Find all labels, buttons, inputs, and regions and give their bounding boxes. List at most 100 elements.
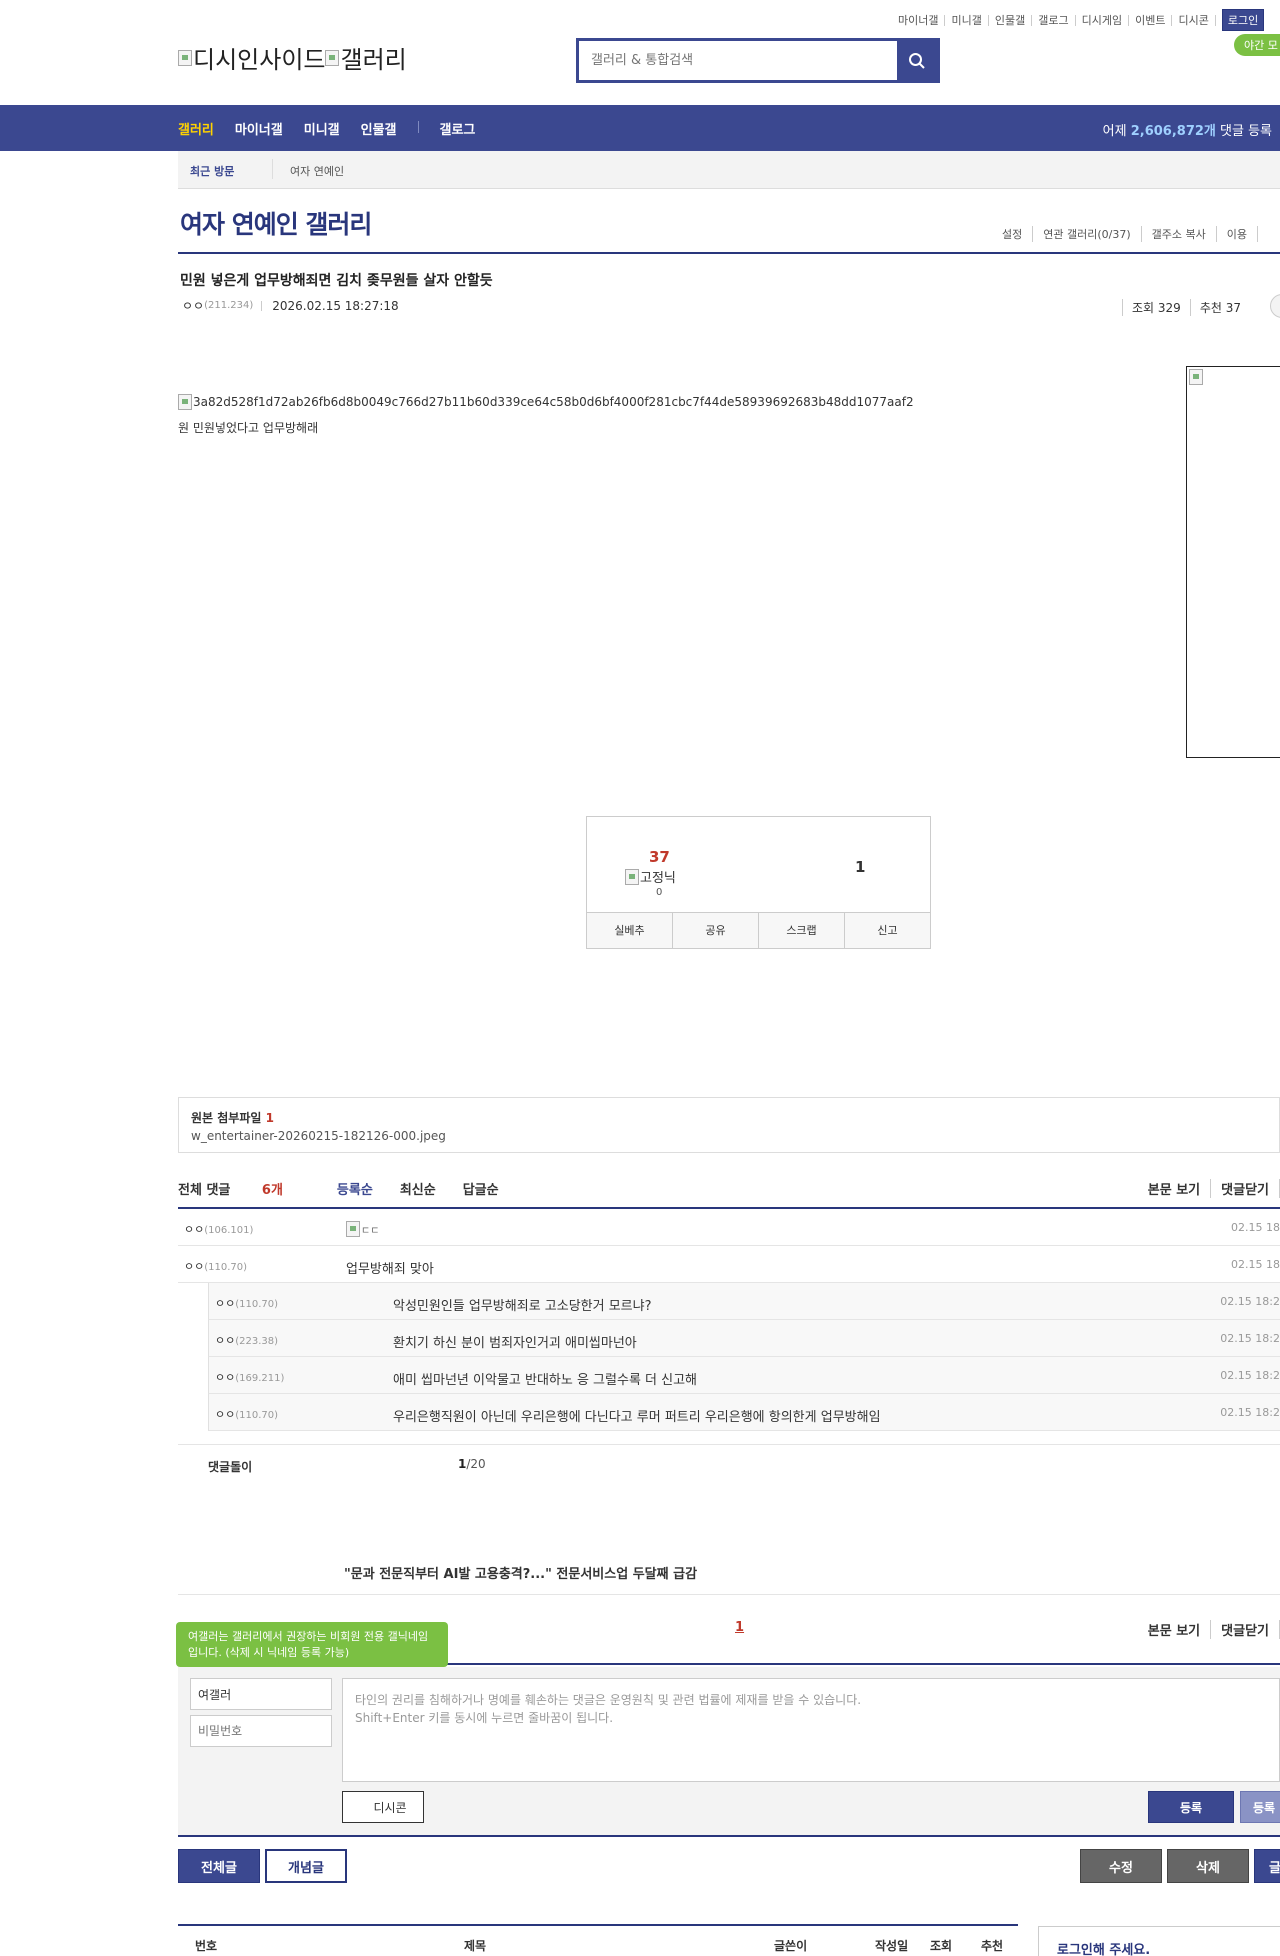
submit-recommend-button[interactable]: 등록	[1240, 1791, 1280, 1823]
recommend-up-count: 37	[649, 848, 670, 866]
search-icon	[909, 52, 925, 69]
submit-comment-button[interactable]: 등록	[1148, 1791, 1234, 1823]
comment-nick[interactable]: ㅇㅇ(110.70)	[184, 1258, 247, 1274]
site-logo[interactable]: 디시인사이드 갤러리	[178, 40, 407, 75]
util-link-minor[interactable]: 마이너갤	[892, 14, 946, 26]
comment-text: 애미 씹마넌년 이악물고 반대하노 응 그럴수록 더 신고해	[393, 1373, 698, 1388]
recommend-actions: 실베추 공유 스크랩 신고	[587, 912, 930, 948]
search-input[interactable]	[579, 41, 897, 80]
search-button[interactable]	[897, 41, 937, 80]
nav-person[interactable]: 인물갤	[361, 119, 397, 138]
attachment-box: 원본 첨부파일 1 w_entertainer-20260215-182126-…	[178, 1097, 1280, 1153]
comment-total: 전체 댓글 6개	[178, 1183, 283, 1198]
sort-registered[interactable]: 등록순	[337, 1179, 373, 1198]
sort-replies[interactable]: 답글순	[463, 1179, 499, 1198]
comment-nick[interactable]: ㅇㅇ(223.38)	[215, 1332, 278, 1348]
share-button[interactable]: 공유	[673, 913, 759, 948]
close-comments-link[interactable]: 댓글닫기	[1211, 1179, 1280, 1198]
password-input[interactable]	[190, 1715, 332, 1747]
reply-row: ㅇㅇ(223.38) 환치기 하신 분이 범죄자인거괴 애미씹마넌아 02.15…	[208, 1320, 1280, 1357]
comment-date: 02.15 18:2	[1220, 1369, 1280, 1382]
post-recommend-count: 추천 37	[1189, 299, 1250, 316]
comment-stat-count: 2,606,872개	[1130, 124, 1216, 139]
write-button[interactable]: 글	[1254, 1849, 1280, 1883]
broken-image-icon	[1189, 369, 1203, 385]
util-link-person[interactable]: 인물갤	[989, 14, 1033, 26]
comment-row: ㅇㅇ(106.101) ㄷㄷ 02.15 18	[178, 1209, 1280, 1246]
delete-button[interactable]: 삭제	[1167, 1849, 1249, 1883]
comment-date: 02.15 18	[1231, 1221, 1280, 1234]
divider	[272, 159, 273, 179]
title-divider	[178, 252, 1280, 254]
gallery-title[interactable]: 여자 연예인 갤러리	[180, 205, 372, 241]
recent-gallery-link[interactable]: 여자 연예인	[290, 163, 344, 179]
nav-minor[interactable]: 마이너갤	[235, 119, 283, 138]
broken-image-icon	[346, 1221, 360, 1237]
copy-gallery-url-link[interactable]: 갤주소 복사	[1142, 226, 1217, 242]
post-title: 민원 넣은게 업무방해죄면 김치 좆무원들 살자 안할듯	[180, 273, 493, 289]
post-date: 2026.02.15 18:27:18	[272, 298, 399, 313]
comment-header: 전체 댓글 6개 등록순 최신순 답글순 본문 보기 댓글닫기	[178, 1179, 1280, 1209]
login-button[interactable]: 로그인	[1221, 9, 1265, 31]
concept-posts-button[interactable]: 개념글	[265, 1849, 347, 1883]
post-author[interactable]: ㅇㅇ	[182, 297, 204, 314]
post-views: 조회 329	[1122, 299, 1190, 316]
col-views: 조회	[930, 1939, 953, 1953]
broken-image-icon	[625, 868, 639, 885]
util-link-gallog[interactable]: 갤로그	[1032, 14, 1076, 26]
post-image-alt: 3a82d528f1d72ab26fb6d8b0049c766d27b11b60…	[193, 395, 914, 409]
dccon-button[interactable]: 디시콘	[342, 1791, 424, 1823]
reply-row: ㅇㅇ(110.70) 악성민원인들 업무방해죄로 고소당한거 모르냐? 02.1…	[208, 1283, 1280, 1320]
nickname-input[interactable]	[190, 1678, 332, 1710]
report-button[interactable]: 신고	[845, 913, 930, 948]
login-prompt[interactable]: 로그인해 주세요.	[1057, 1939, 1150, 1956]
post-image[interactable]: 3a82d528f1d72ab26fb6d8b0049c766d27b11b60…	[178, 394, 914, 410]
util-link-dcgame[interactable]: 디시게임	[1076, 14, 1130, 26]
comment-nick[interactable]: ㅇㅇ(110.70)	[215, 1406, 278, 1422]
view-post-link[interactable]: 본문 보기	[1138, 1620, 1212, 1639]
more-options-button[interactable]	[1270, 294, 1280, 318]
comment-text: 악성민원인들 업무방해죄로 고소당한거 모르냐?	[393, 1299, 652, 1314]
comment-nick[interactable]: ㅇㅇ(110.70)	[215, 1295, 278, 1311]
comment-nick[interactable]: ㅇㅇ(106.101)	[184, 1221, 253, 1237]
nav-gallog[interactable]: 갤로그	[440, 119, 476, 138]
sort-latest[interactable]: 최신순	[400, 1179, 436, 1198]
util-link-dccon[interactable]: 디시콘	[1172, 14, 1216, 26]
comment-date: 02.15 18:2	[1220, 1295, 1280, 1308]
col-recommend: 추천	[981, 1939, 1004, 1953]
edit-button[interactable]: 수정	[1080, 1849, 1162, 1883]
comment-text: 우리은행직원이 아닌데 우리은행에 다닌다고 루머 퍼트리 우리은행에 항의한게…	[393, 1410, 881, 1425]
logo-text-dcinside: 디시인사이드	[193, 46, 326, 74]
comment-page-link[interactable]: 1	[735, 1620, 744, 1635]
gallery-settings-link[interactable]: 설정	[1000, 226, 1034, 242]
comment-nick[interactable]: ㅇㅇ(169.211)	[215, 1369, 284, 1385]
post-stats: 조회 329 추천 37	[1122, 294, 1280, 318]
comment-write-box: 타인의 권리를 침해하거나 명예를 훼손하는 댓글은 운영원칙 및 관련 법률에…	[178, 1667, 1280, 1837]
comment-total-count: 6개	[261, 1183, 283, 1198]
util-link-mini[interactable]: 미니갤	[945, 14, 989, 26]
attachment-file-link[interactable]: w_entertainer-20260215-182126-000.jpeg	[191, 1129, 446, 1143]
comment-textarea[interactable]: 타인의 권리를 침해하거나 명예를 훼손하는 댓글은 운영원칙 및 관련 법률에…	[342, 1678, 1280, 1782]
recent-visit-label[interactable]: 최근 방문	[190, 163, 234, 179]
news-link[interactable]: "문과 전문직부터 AI발 고용충격?..." 전문서비스업 두달째 급감	[344, 1563, 697, 1582]
util-link-event[interactable]: 이벤트	[1129, 14, 1173, 26]
nav-gallery[interactable]: 갤러리	[178, 119, 214, 138]
attachment-label: 원본 첨부파일 1	[191, 1111, 274, 1125]
comment-date: 02.15 18:2	[1220, 1332, 1280, 1345]
view-post-link[interactable]: 본문 보기	[1138, 1179, 1212, 1198]
side-ad-frame[interactable]	[1186, 366, 1280, 758]
related-gallery-link[interactable]: 연관 갤러리(0/37)	[1033, 226, 1142, 242]
recommend-box: 37 고정닉 0 1 실베추 공유 스크랩 신고	[586, 816, 931, 949]
reply-row: ㅇㅇ(110.70) 우리은행직원이 아닌데 우리은행에 다닌다고 루머 퍼트리…	[208, 1394, 1280, 1431]
all-posts-button[interactable]: 전체글	[178, 1849, 260, 1883]
close-comments-link[interactable]: 댓글닫기	[1211, 1620, 1280, 1639]
login-box: 로그인해 주세요.	[1038, 1926, 1280, 1956]
recommend-down-count: 1	[855, 858, 866, 876]
scrap-button[interactable]: 스크랩	[759, 913, 845, 948]
nav-mini[interactable]: 미니갤	[304, 119, 340, 138]
fixed-nick-count: 0	[656, 887, 663, 898]
gallery-usage-link[interactable]: 이용	[1217, 226, 1258, 242]
night-mode-toggle[interactable]: 야간 모	[1234, 34, 1280, 56]
comment-bot-label: 댓글돌이	[208, 1460, 253, 1474]
best-recommend-button[interactable]: 실베추	[587, 913, 673, 948]
